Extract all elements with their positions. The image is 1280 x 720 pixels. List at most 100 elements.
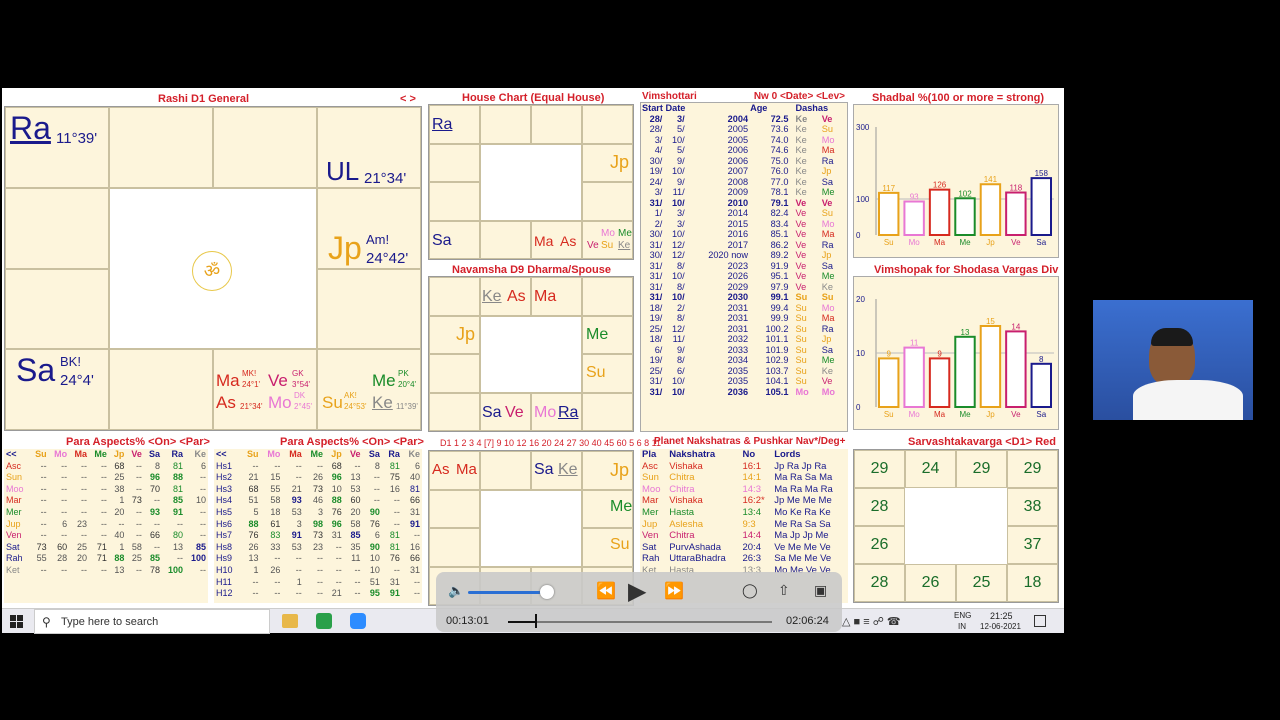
dasha-row[interactable]: 30/9/2006 75.0 Ke Ra xyxy=(641,156,847,167)
notification-icon[interactable] xyxy=(1034,615,1046,627)
dasha-cell: 2034 xyxy=(727,355,749,365)
dasha-row[interactable]: 31/8/2029 97.9 Ve Ke xyxy=(641,282,847,293)
d1-sa[interactable]: Sa xyxy=(534,461,554,479)
video-progress-handle[interactable] xyxy=(535,614,538,628)
rashi-nav[interactable]: < > xyxy=(400,93,416,105)
dasha-row[interactable]: 4/5/2006 74.6 Ke Ma xyxy=(641,145,847,156)
d1-jp[interactable]: Jp xyxy=(610,460,629,481)
dasha-row[interactable]: 30/10/2016 85.1 Ve Ma xyxy=(641,229,847,240)
varga-selector[interactable]: D1 1 2 3 4 [7] 9 10 12 16 20 24 27 30 40… xyxy=(440,438,661,448)
clock-time[interactable]: 21:25 xyxy=(990,611,1013,621)
d1-as[interactable]: As xyxy=(432,461,450,478)
house-sa[interactable]: Sa xyxy=(432,232,452,250)
house-ve[interactable]: Ve xyxy=(587,240,599,251)
dasha-row[interactable]: 28/3/2004 72.5 Ke Ve xyxy=(641,114,847,125)
zoom-icon[interactable] xyxy=(350,613,366,629)
video-player-controls[interactable]: 🔈 ⏪ ▶ ⏩ ◯ ⇧ ▣ 00:13:01 02:06:24 xyxy=(436,572,842,632)
dasha-row[interactable]: 31/10/2036 105.1 Mo Mo xyxy=(641,387,847,398)
rashi-ve[interactable]: Ve xyxy=(268,371,288,391)
dasha-row[interactable]: 18/11/2032 101.1 Su Jp xyxy=(641,334,847,345)
dasha-nav[interactable]: Nw 0 <Date> <Lev> xyxy=(754,91,845,102)
dasha-cell: Ve xyxy=(821,376,833,386)
sarvashtakavarga-chart[interactable]: 29 24 29 29 28 38 26 37 28 26 25 18 xyxy=(853,449,1059,603)
dasha-row[interactable]: 24/9/2008 77.0 Ke Sa xyxy=(641,177,847,188)
dasha-row[interactable]: 3/11/2009 78.1 Ke Me xyxy=(641,187,847,198)
lang-indicator[interactable]: ENG xyxy=(954,611,971,620)
volume-icon[interactable]: 🔈 xyxy=(448,583,464,599)
house-mo[interactable]: Mo xyxy=(601,228,615,239)
nav-ra[interactable]: Ra xyxy=(558,404,578,422)
d1-ke[interactable]: Ke xyxy=(558,461,578,479)
house-ma[interactable]: Ma xyxy=(534,233,553,249)
nav-as[interactable]: As xyxy=(507,288,526,306)
dasha-row[interactable]: 2/3/2015 83.4 Ve Mo xyxy=(641,219,847,230)
rashi-me[interactable]: Me xyxy=(372,371,396,391)
dasha-row[interactable]: 31/10/2030 99.1 Su Su xyxy=(641,292,847,303)
file-explorer-icon[interactable] xyxy=(282,614,298,628)
dasha-row[interactable]: 31/10/2026 95.1 Ve Me xyxy=(641,271,847,282)
dasha-row[interactable]: 3/10/2005 74.0 Ke Mo xyxy=(641,135,847,146)
house-su[interactable]: Su xyxy=(601,240,613,251)
house-me[interactable]: Me xyxy=(618,228,632,239)
play-icon[interactable]: ▶ xyxy=(628,577,646,606)
rashi-mo[interactable]: Mo xyxy=(268,393,292,413)
dasha-row[interactable]: 19/8/2034 102.9 Su Me xyxy=(641,355,847,366)
para-cell: 55 xyxy=(270,483,281,494)
pip-icon[interactable]: ▣ xyxy=(814,582,827,599)
clock-date[interactable]: 12-06-2021 xyxy=(980,622,1021,631)
nav-me[interactable]: Me xyxy=(586,326,608,344)
dasha-row[interactable]: 19/8/2031 99.9 Su Ma xyxy=(641,313,847,324)
dasha-row[interactable]: 31/12/2017 86.2 Ve Ra xyxy=(641,240,847,251)
nav-ve[interactable]: Ve xyxy=(505,404,524,422)
rewind-icon[interactable]: ⏪ xyxy=(596,581,616,601)
volume-slider[interactable] xyxy=(468,591,548,594)
rashi-ma[interactable]: Ma xyxy=(216,371,240,391)
house-ke[interactable]: Ke xyxy=(618,240,630,251)
house-as[interactable]: As xyxy=(560,233,576,249)
nav-su[interactable]: Su xyxy=(586,364,606,382)
para-cell: 95 xyxy=(369,588,380,599)
rashi-ul[interactable]: UL xyxy=(326,156,359,187)
navamsha-chart[interactable] xyxy=(428,276,634,432)
nav-sa[interactable]: Sa xyxy=(482,404,502,422)
nav-ke[interactable]: Ke xyxy=(482,288,502,306)
dasha-row[interactable]: 31/10/2010 79.1 Ve Ve xyxy=(641,198,847,209)
dasha-row[interactable]: 25/6/2035 103.7 Su Ke xyxy=(641,366,847,377)
nav-jp[interactable]: Jp xyxy=(456,324,475,345)
dasha-row[interactable]: 30/12/2020 now 89.2 Ve Jp xyxy=(641,250,847,261)
nav-mo[interactable]: Mo xyxy=(534,404,556,422)
dasha-row[interactable]: 25/12/2031 100.2 Su Ra xyxy=(641,324,847,335)
house-ra[interactable]: Ra xyxy=(432,116,452,134)
rashi-ke[interactable]: Ke xyxy=(372,393,393,413)
rashi-su[interactable]: Su xyxy=(322,393,343,413)
tray-icons[interactable]: △ ■ ≡ ☍ ☎ xyxy=(842,615,901,628)
dasha-row[interactable]: 19/10/2007 76.0 Ke Jp xyxy=(641,166,847,177)
windows-start-icon[interactable] xyxy=(10,615,23,628)
house-jp[interactable]: Jp xyxy=(610,152,629,173)
dasha-row[interactable]: 31/8/2023 91.9 Ve Sa xyxy=(641,261,847,272)
vimshottari-table[interactable]: Vimshottari Nw 0 <Date> <Lev> Start Date… xyxy=(640,91,848,432)
rashi-sa[interactable]: Sa xyxy=(16,352,55,389)
d1-me[interactable]: Me xyxy=(610,498,632,516)
dasha-row[interactable]: 1/3/2014 82.4 Ve Su xyxy=(641,208,847,219)
airplay-icon[interactable]: ◯ xyxy=(742,582,758,599)
dasha-row[interactable]: 28/5/2005 73.6 Ke Su xyxy=(641,124,847,135)
para-cell: Hs5 xyxy=(216,506,233,517)
share-icon[interactable]: ⇧ xyxy=(778,582,790,599)
taskbar-search-box[interactable]: ⚲ Type here to search xyxy=(34,609,270,634)
rashi-as[interactable]: As xyxy=(216,393,236,413)
d1-ma[interactable]: Ma xyxy=(456,461,477,478)
fast-forward-icon[interactable]: ⏩ xyxy=(664,581,684,601)
dasha-cell: 9/ xyxy=(677,155,685,166)
rashi-ra[interactable]: Ra xyxy=(10,110,51,147)
dasha-row[interactable]: 6/9/2033 101.9 Su Sa xyxy=(641,345,847,356)
para-aspects-houses: << Su Mo Ma Me Jp Ve Sa Ra Ke Hs1 -- -- -- -- 68 -- 8 81 6 H… xyxy=(214,449,422,603)
rashi-jp[interactable]: Jp xyxy=(328,230,362,267)
app-icon[interactable] xyxy=(316,613,332,629)
video-progress-track[interactable] xyxy=(508,621,772,623)
d1-su[interactable]: Su xyxy=(610,536,630,554)
nav-ma[interactable]: Ma xyxy=(534,288,556,306)
dasha-row[interactable]: 18/2/2031 99.4 Su Mo xyxy=(641,303,847,314)
dasha-row[interactable]: 31/10/2035 104.1 Su Ve xyxy=(641,376,847,387)
volume-handle[interactable] xyxy=(540,585,554,599)
